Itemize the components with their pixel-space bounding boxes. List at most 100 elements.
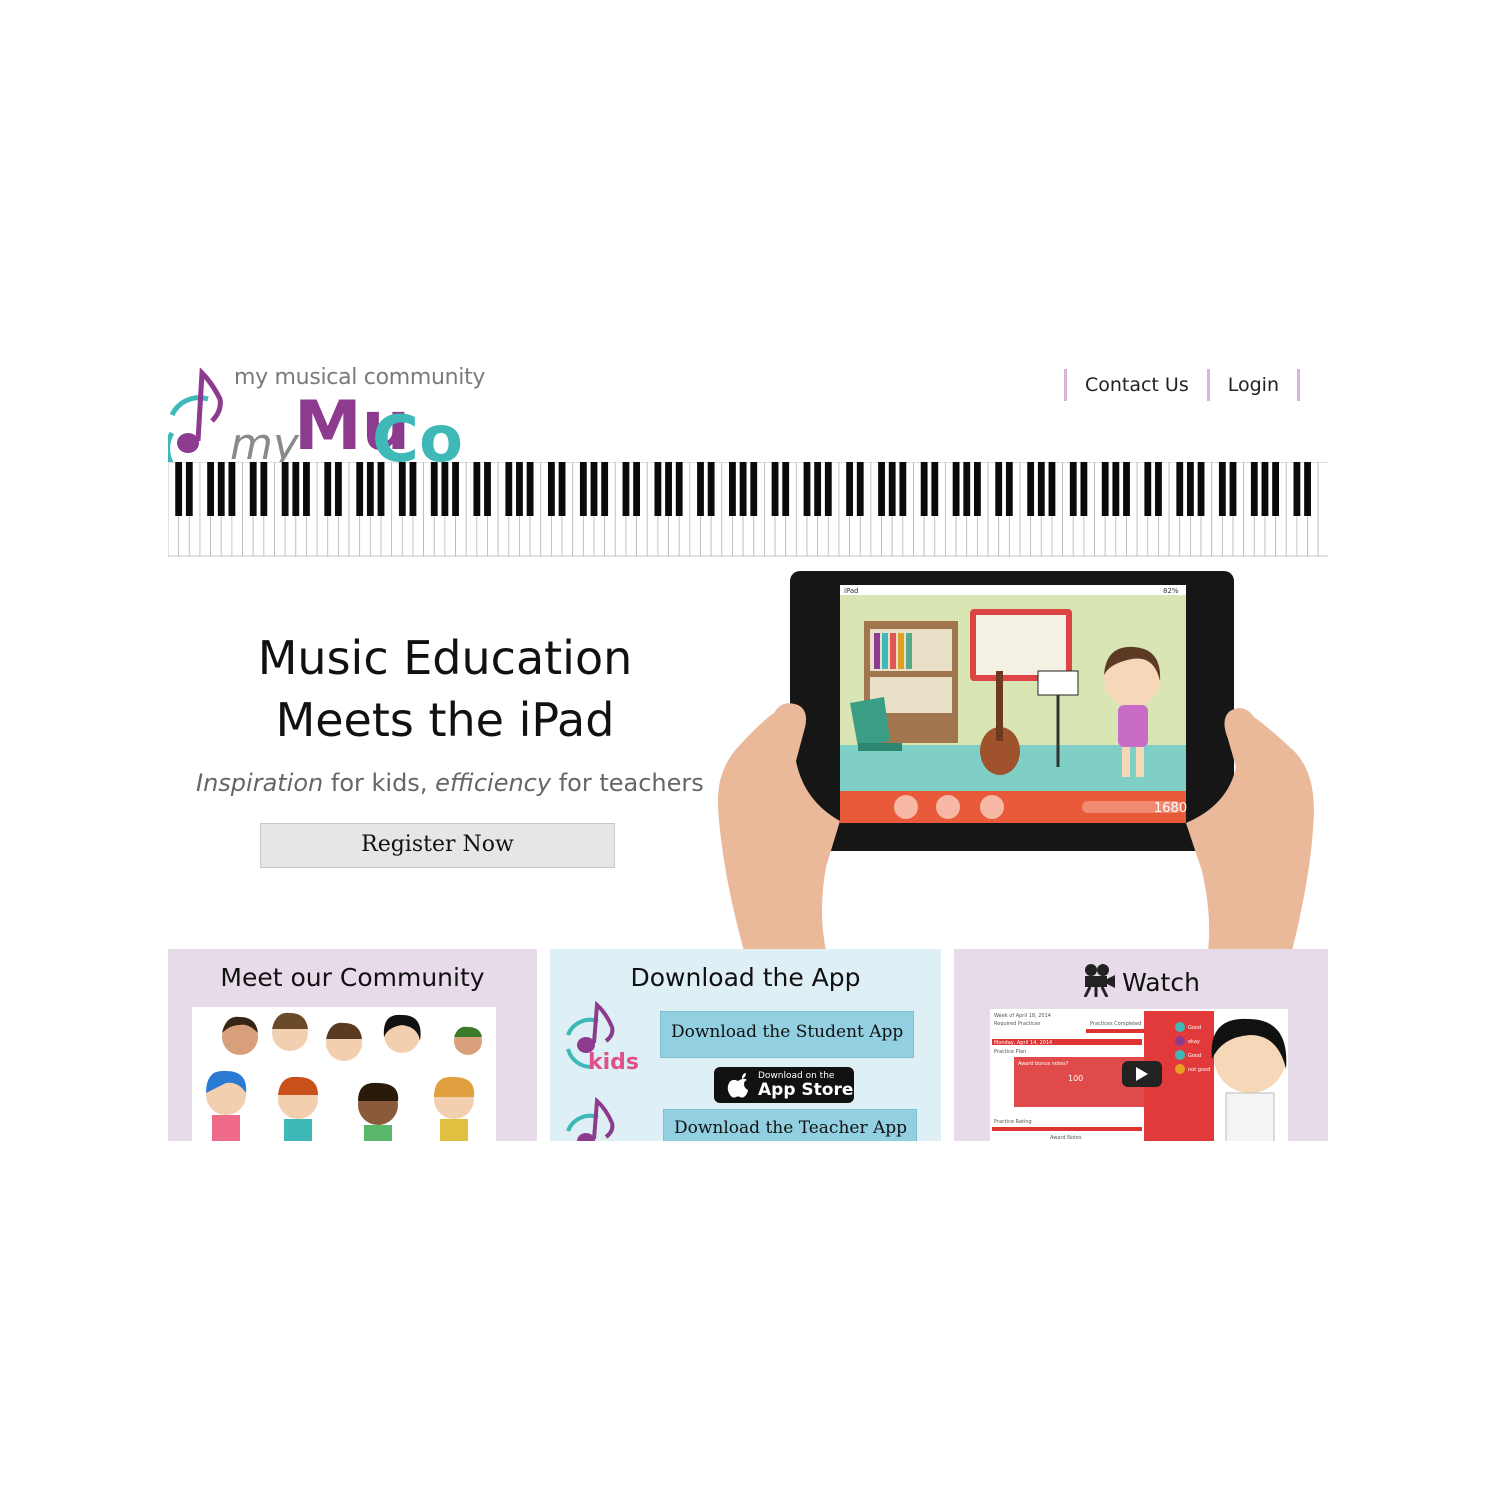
black-key (1186, 462, 1194, 516)
black-key (409, 462, 417, 516)
rating-2: okay (1188, 1039, 1200, 1045)
video-line-6: Award bonus notes? (1018, 1061, 1069, 1067)
black-key (750, 462, 758, 516)
teacher-app-icon (566, 1097, 615, 1141)
piano-keyboard-banner (168, 462, 1328, 557)
black-key (1027, 462, 1035, 516)
download-panel: Download the App kids Download the Stude… (550, 949, 941, 1141)
watch-title: Watch (1122, 968, 1200, 997)
logo[interactable]: my musical community my Mu Co (168, 357, 485, 481)
black-key (888, 462, 896, 516)
black-key (846, 462, 854, 516)
black-key (1176, 462, 1184, 516)
black-key (356, 462, 364, 516)
black-key (622, 462, 630, 516)
black-key (697, 462, 704, 516)
black-key (558, 462, 566, 516)
black-key (633, 462, 641, 516)
black-key (1101, 462, 1109, 516)
black-key (1229, 462, 1237, 516)
download-student-app-button[interactable]: Download the Student App (660, 1011, 914, 1058)
ipad-in-hands-image: iPad 82% 1680 (717, 571, 1314, 951)
black-key (1080, 462, 1088, 516)
hero-title-line2: Meets the iPad (275, 693, 615, 747)
black-key (260, 462, 268, 516)
kids-app-icon: kids (566, 1001, 639, 1075)
black-key (1112, 462, 1120, 516)
black-key (963, 462, 971, 516)
black-key (473, 462, 481, 516)
register-now-button[interactable]: Register Now (260, 823, 615, 868)
kids-label: kids (588, 1050, 639, 1075)
top-nav: Contact Us Login (1063, 369, 1300, 401)
website: my musical community my Mu Co Contact Us… (168, 357, 1328, 1141)
black-key (281, 462, 289, 516)
community-panel[interactable]: Meet our Community (168, 949, 537, 1141)
video-line-1: Week of April 18, 2014 (994, 1013, 1051, 1019)
black-key (1037, 462, 1045, 516)
black-key (547, 462, 555, 516)
community-title: Meet our Community (220, 963, 485, 992)
video-line-7: 100 (1068, 1074, 1083, 1083)
black-key (430, 462, 438, 516)
download-teacher-app-button[interactable]: Download the Teacher App (663, 1109, 917, 1141)
black-key (856, 462, 864, 516)
black-key (931, 462, 939, 516)
black-key (441, 462, 449, 516)
movie-camera-icon (1083, 964, 1116, 998)
black-key (1304, 462, 1311, 516)
black-key (398, 462, 406, 516)
video-line-9: Award Notes (1050, 1135, 1082, 1141)
black-key (590, 462, 598, 516)
black-key (1144, 462, 1152, 516)
black-key (878, 462, 885, 516)
contact-us-link[interactable]: Contact Us (1067, 374, 1207, 396)
video-line-2: Required Practices (994, 1021, 1041, 1027)
black-key (654, 462, 662, 516)
black-key (665, 462, 672, 516)
download-title: Download the App (630, 963, 861, 992)
black-key (782, 462, 790, 516)
video-line-8: Practice Rating (994, 1119, 1032, 1125)
black-key (601, 462, 609, 516)
login-link[interactable]: Login (1210, 374, 1297, 396)
black-key (1250, 462, 1258, 516)
black-key (995, 462, 1003, 516)
black-key (516, 462, 523, 516)
apple-icon (727, 1073, 748, 1098)
subtitle-inspiration: Inspiration (196, 769, 324, 797)
black-key (1048, 462, 1056, 516)
black-key (899, 462, 907, 516)
watch-panel[interactable]: Watch Week of April 18, 2014 Required Pr… (954, 949, 1328, 1141)
black-key (303, 462, 310, 516)
black-key (1218, 462, 1226, 516)
subtitle-mid: for kids, (323, 769, 436, 797)
video-line-5: Practice Plan (994, 1049, 1026, 1055)
rating-4: not good (1188, 1067, 1210, 1073)
watch-heading: Watch (954, 963, 1328, 998)
app-store-badge[interactable]: Download on the App Store (714, 1067, 854, 1103)
black-key (185, 462, 193, 516)
black-key (1293, 462, 1301, 516)
black-key (1069, 462, 1077, 516)
app-store-big-text: App Store (758, 1080, 854, 1100)
black-key (973, 462, 981, 516)
video-thumbnail[interactable]: Week of April 18, 2014 Required Practice… (990, 1009, 1288, 1141)
hero-subtitle: Inspiration for kids, efficiency for tea… (196, 769, 704, 797)
subtitle-end: for teachers (551, 769, 704, 797)
black-key (207, 462, 215, 516)
community-illustration (192, 1007, 496, 1141)
black-key (366, 462, 374, 516)
black-key (217, 462, 225, 516)
black-key (920, 462, 928, 516)
black-key (377, 462, 385, 516)
black-key (814, 462, 822, 516)
subtitle-efficiency: efficiency (435, 769, 552, 797)
black-key (824, 462, 832, 516)
black-key (1272, 462, 1280, 516)
black-key (803, 462, 811, 516)
black-key (324, 462, 332, 516)
black-key (1261, 462, 1269, 516)
black-key (1155, 462, 1162, 516)
black-key (1123, 462, 1130, 516)
